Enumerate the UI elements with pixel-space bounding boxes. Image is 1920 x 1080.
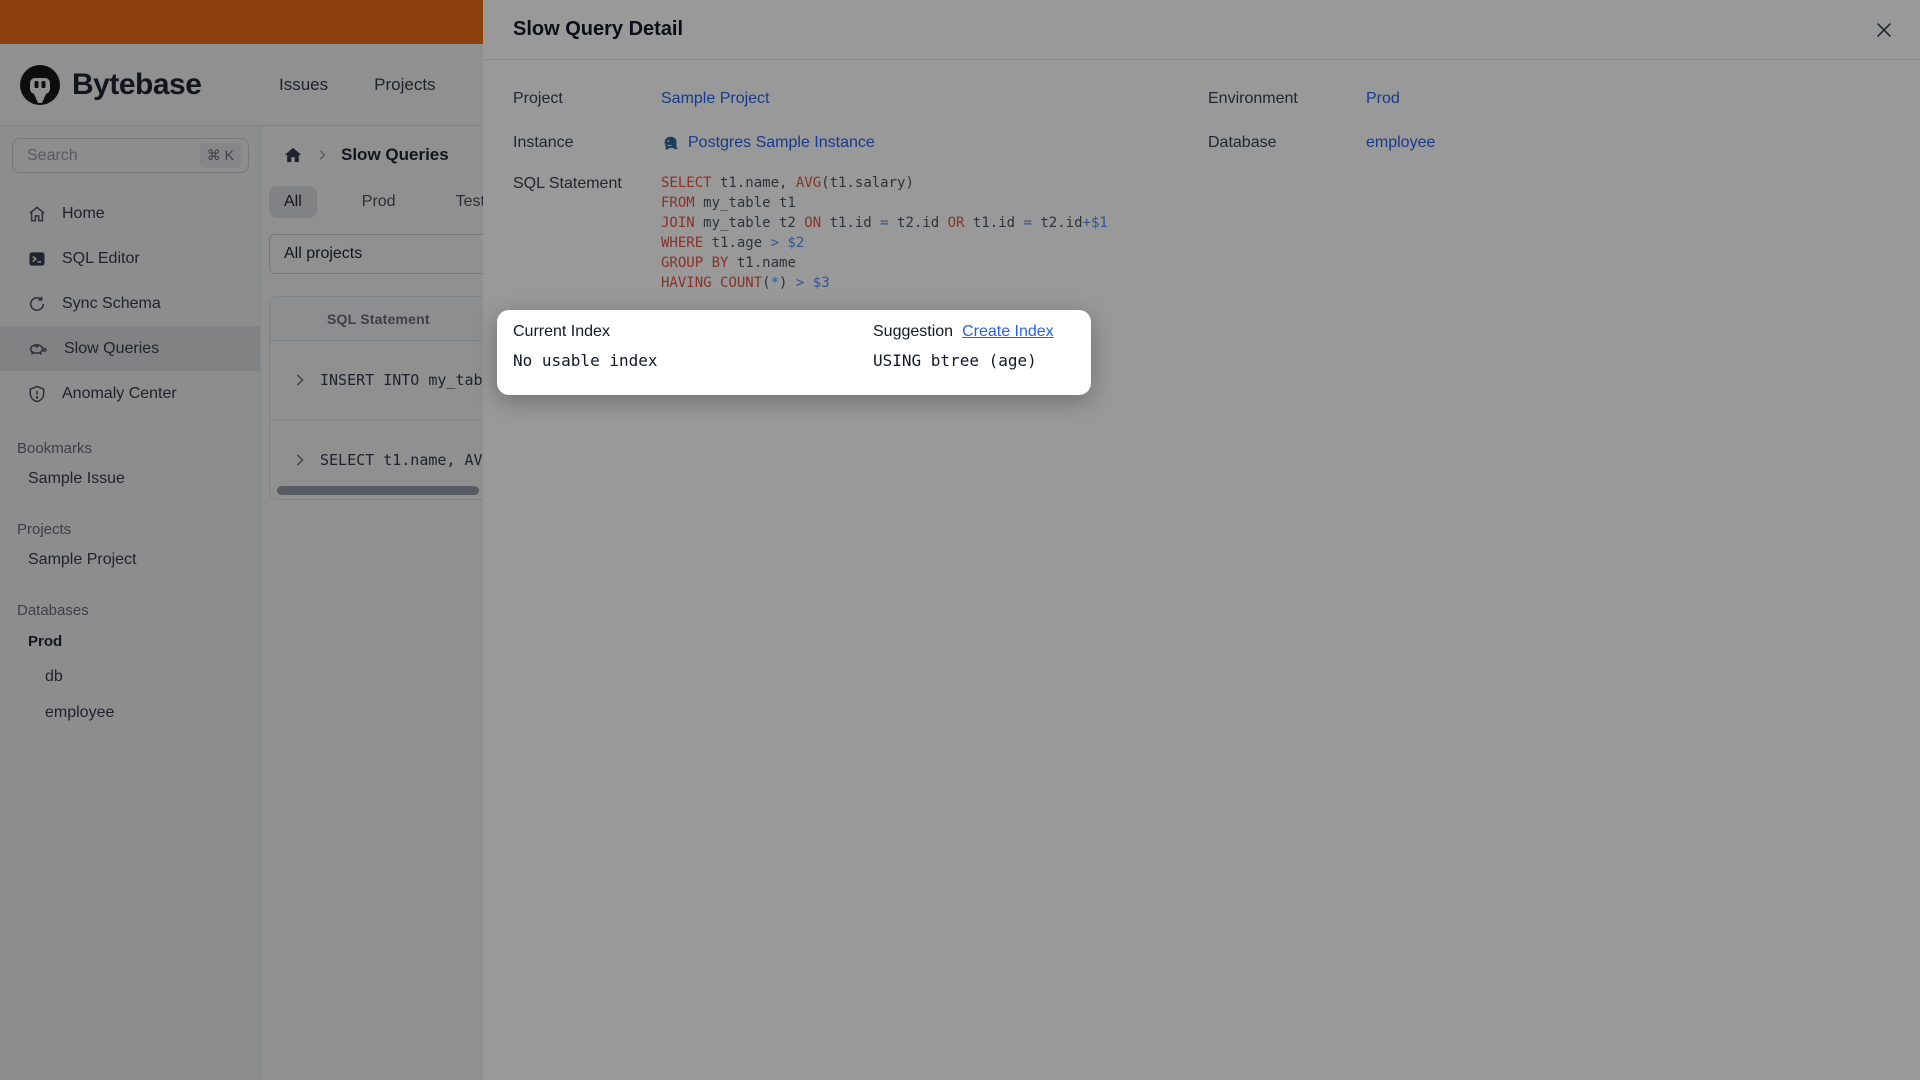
- create-index-link[interactable]: Create Index: [962, 323, 1054, 341]
- current-index-value: No usable index: [513, 351, 658, 370]
- index-suggestion-popup: Current Index Suggestion Create Index No…: [497, 310, 1091, 395]
- current-index-label: Current Index: [513, 323, 610, 340]
- suggestion-value: USING btree (age): [873, 351, 1037, 370]
- popup-backdrop: [0, 0, 1920, 1080]
- suggestion-label: Suggestion: [873, 323, 954, 340]
- screen: Bytebase IssuesProjectsDatabases ⌘ K Hom…: [0, 0, 1920, 1080]
